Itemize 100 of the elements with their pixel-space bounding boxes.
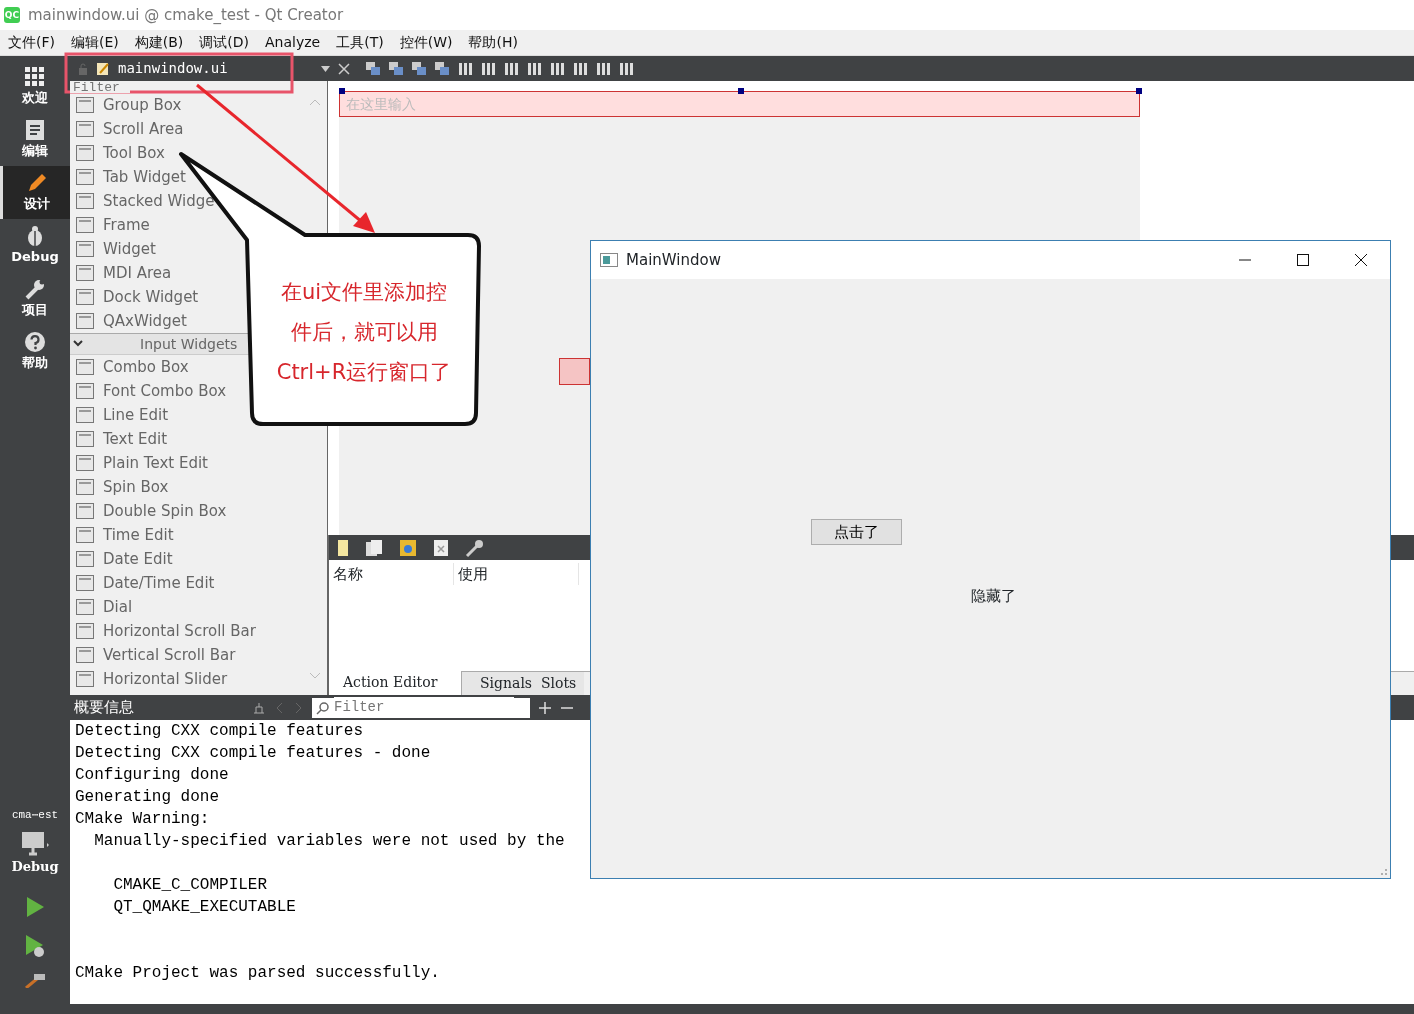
widget-type-icon (75, 477, 95, 497)
push-button[interactable]: 点击了 (811, 519, 902, 545)
widget-type-icon (75, 239, 95, 259)
tab[interactable]: Action Editor (329, 671, 461, 695)
widget-list-item[interactable]: Date/Time Edit (70, 571, 215, 595)
filter-field[interactable]: Filter (70, 81, 130, 93)
layout-tool-icon[interactable] (412, 61, 427, 76)
mode-button[interactable]: Debug (0, 219, 70, 272)
widget-list-item[interactable]: Date Edit (70, 547, 173, 571)
menu-item[interactable]: 文件(F) (0, 32, 63, 53)
widget-list-item[interactable]: Frame (70, 213, 150, 237)
widget-list-item[interactable]: Horizontal Slider (70, 667, 228, 691)
widget-list-item[interactable]: Time Edit (70, 523, 174, 547)
hammer-icon[interactable] (24, 974, 46, 988)
widget-list-item[interactable]: Widget (70, 237, 156, 261)
widget-list-item[interactable]: Stacked Widge (70, 189, 215, 213)
document-icon (25, 118, 45, 141)
widget-type-icon (75, 453, 95, 473)
widget-list-item[interactable]: Line Edit (70, 403, 169, 427)
widget-list-item[interactable]: Text Edit (70, 427, 168, 451)
menu-item[interactable]: 构建(B) (126, 32, 192, 53)
menu-item[interactable]: 编辑(E) (63, 32, 127, 53)
help-icon (24, 330, 46, 353)
layout-tool-icon[interactable] (435, 61, 450, 76)
output-line: Manually-specified variables were not used by the (93, 831, 566, 852)
widget-type-icon (75, 119, 95, 139)
layout-tool-icon[interactable] (458, 61, 473, 76)
output-line: Generating done (75, 787, 221, 808)
line-edit-field[interactable]: 在这里输入 (339, 91, 1140, 117)
layout-tool-icon[interactable] (504, 61, 519, 76)
layout-tool-icon[interactable] (596, 61, 611, 76)
layout-tool-icon[interactable] (366, 61, 381, 76)
widget-list-item[interactable]: QAxWidget (70, 309, 187, 333)
output-line: CMake Warning: (75, 809, 211, 830)
layout-tool-icon[interactable] (619, 61, 634, 76)
lock-icon (78, 62, 88, 75)
mode-button[interactable]: 项目 (0, 272, 70, 325)
widget-list-item[interactable]: Vertical Scroll Bar (70, 643, 236, 667)
delete-icon[interactable] (433, 538, 449, 557)
widget-list-item[interactable]: Horizontal Scroll Bar (70, 619, 256, 643)
mode-button[interactable]: 编辑 (0, 113, 70, 166)
widget-list-item[interactable]: Combo Box (70, 355, 189, 379)
paste-icon[interactable] (399, 538, 417, 557)
menu-item[interactable]: 控件(W) (391, 32, 461, 53)
widget-list-item[interactable]: Scroll Area (70, 117, 184, 141)
wrench-icon[interactable] (465, 537, 485, 558)
window-title: MainWindow (626, 249, 722, 271)
selection-handle[interactable] (1136, 88, 1142, 94)
output-line: QT_QMAKE_EXECUTABLE (112, 897, 297, 918)
widget-list-item[interactable]: Dial (70, 595, 133, 619)
layout-tool-icon[interactable] (481, 61, 496, 76)
widget-list-item[interactable]: Group Box (70, 93, 182, 117)
wrench-icon (24, 277, 46, 300)
widget-list-item[interactable]: Spin Box (70, 475, 169, 499)
menu-item[interactable]: 调试(D) (191, 32, 257, 53)
widget-type-icon (75, 501, 95, 521)
kit-selector[interactable]: Debug (0, 827, 70, 880)
layout-tool-icon[interactable] (573, 61, 588, 76)
debug-run-icon[interactable] (24, 934, 46, 958)
close-icon[interactable] (1354, 253, 1368, 267)
widget-list-item[interactable]: Tab Widget (70, 165, 186, 189)
widget-list-item[interactable]: Tool Box (70, 141, 165, 165)
app-logo: QC (4, 7, 20, 23)
mode-button[interactable]: 帮助 (0, 325, 70, 378)
widget-list-item[interactable]: Dock Widget (70, 285, 199, 309)
menu-item[interactable]: Analyze (257, 32, 329, 53)
dropdown-caret-icon[interactable] (321, 65, 330, 72)
widget-list-item[interactable]: Plain Text Edit (70, 451, 208, 475)
run-icon[interactable] (25, 896, 45, 918)
widget-list-item[interactable]: Double Spin Box (70, 499, 227, 523)
menu-item[interactable]: 工具(T) (328, 32, 392, 53)
widget-list-item[interactable]: Font Combo Box (70, 379, 227, 403)
layout-tool-icon[interactable] (389, 61, 404, 76)
output-filter-field[interactable]: Filter (312, 697, 530, 718)
widget-type-icon (75, 669, 95, 689)
selection-handle[interactable] (339, 88, 345, 94)
plus-icon[interactable] (538, 700, 552, 715)
tab[interactable]: Signals Slots (461, 672, 585, 695)
project-name: cma⋯est (10, 807, 60, 823)
widget-type-icon (75, 311, 95, 331)
callout-text-line: 在ui文件里添加控 (279, 279, 449, 306)
mode-button[interactable]: 设计 (0, 166, 70, 219)
monitor-icon (20, 830, 50, 857)
copy-icon[interactable] (365, 538, 383, 557)
layout-tool-icon[interactable] (527, 61, 542, 76)
output-line: CMAKE_C_COMPILER (112, 875, 269, 896)
output-line: CMake Project was parsed successfully. (75, 963, 441, 984)
mode-button[interactable]: 欢迎 (0, 60, 70, 113)
file-tab[interactable]: mainwindow.ui (118, 58, 313, 79)
widget-type-icon (75, 357, 95, 377)
layout-tool-icon[interactable] (550, 61, 565, 76)
widget-type-icon (75, 95, 95, 115)
maximize-icon[interactable] (1296, 253, 1310, 267)
resize-grip-icon[interactable] (1378, 866, 1388, 876)
widget-list-item[interactable]: MDI Area (70, 261, 172, 285)
push-button-widget[interactable] (559, 358, 590, 385)
selection-handle[interactable] (738, 88, 744, 94)
menu-item[interactable]: 帮助(H) (460, 32, 526, 53)
new-action-icon[interactable] (337, 538, 349, 557)
widget-type-icon (75, 573, 95, 593)
